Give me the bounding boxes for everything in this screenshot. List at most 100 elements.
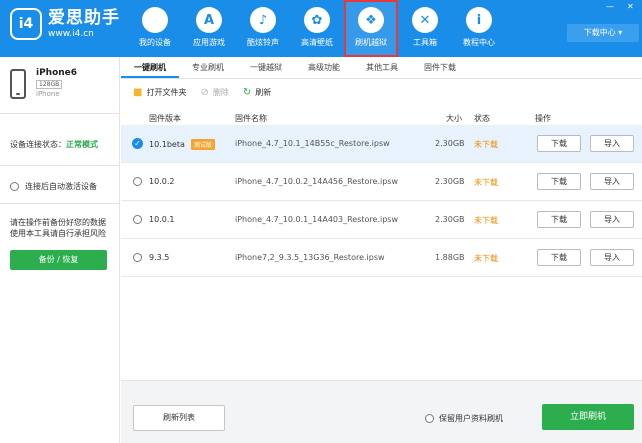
table-header: 固件版本 固件名称 大小 状态 操作 — [121, 113, 642, 125]
divider — [0, 165, 120, 166]
phone-icon — [10, 69, 26, 99]
row-radio[interactable] — [133, 177, 142, 186]
firmware-status: 未下载 — [474, 216, 498, 225]
keep-data-label: 保留用户资料刷机 — [439, 414, 503, 423]
app-url: www.i4.cn — [48, 29, 94, 39]
device-sidebar: iPhone6 128GB iPhone 设备连接状态：正常模式 连接后自动激活… — [0, 57, 120, 443]
bottom-bar: 刷新列表 保留用户资料刷机 立即刷机 — [121, 380, 642, 443]
tab[interactable]: 专业刷机 — [179, 57, 237, 78]
firmware-size: 2.30GB — [435, 139, 465, 148]
auto-activate-option[interactable]: 连接后自动激活设备 — [10, 181, 97, 192]
divider — [0, 113, 120, 114]
nav-label: 酷炫铃声 — [247, 38, 279, 47]
app-logo: i4 爱思助手 www.i4.cn — [10, 8, 120, 40]
header-status: 状态 — [474, 114, 490, 123]
download-center-button[interactable]: 下载中心 ▾ — [567, 24, 639, 42]
selected-check-icon[interactable]: ✓ — [132, 138, 143, 149]
download-button[interactable]: 下载 — [537, 173, 581, 190]
close-button[interactable]: ✕ — [627, 2, 634, 11]
firmware-status: 未下载 — [474, 254, 498, 263]
device-capacity: 128GB — [36, 80, 63, 89]
nav-item[interactable]: A 应用游戏 — [182, 0, 236, 57]
open-folder-button[interactable]: ■ 打开文件夹 — [133, 87, 186, 98]
main-nav: 我的设备 A 应用游戏 ♪ 酷炫铃声 ✿ 高清壁纸 ❖ 刷机越狱 ✕ 工具箱 i 教程中心 — [128, 0, 506, 57]
nav-item[interactable]: ♪ 酷炫铃声 — [236, 0, 290, 57]
nav-label: 教程中心 — [463, 38, 495, 47]
nav-label: 应用游戏 — [193, 38, 225, 47]
beta-badge: 测试版 — [190, 139, 215, 150]
download-button[interactable]: 下载 — [537, 135, 581, 152]
table-row[interactable]: 10.0.1 iPhone_4.7_10.0.1_14A403_Restore.i… — [121, 201, 642, 239]
flash-now-button[interactable]: 立即刷机 — [542, 404, 634, 430]
firmware-name: iPhone_4.7_10.0.2_14A456_Restore.ipsw — [235, 177, 399, 186]
tab[interactable]: 一键越狱 — [237, 57, 295, 78]
import-button[interactable]: 导入 — [590, 135, 634, 152]
divider — [0, 203, 120, 204]
device-name: iPhone6 — [36, 68, 78, 78]
info-icon: i — [466, 7, 492, 33]
table-row[interactable]: ✓ 10.1beta 测试版 iPhone_4.7_10.1_14B55c_Resto… — [121, 125, 642, 163]
firmware-status: 未下载 — [474, 178, 498, 187]
tab[interactable]: 高级功能 — [295, 57, 353, 78]
minimize-button[interactable]: — — [606, 2, 614, 11]
download-button[interactable]: 下载 — [537, 211, 581, 228]
open-folder-label: 打开文件夹 — [146, 88, 187, 97]
i4-logo-icon: i4 — [10, 8, 42, 40]
version-text: 9.3.5 — [149, 253, 170, 262]
nav-label: 高清壁纸 — [301, 38, 333, 47]
import-button[interactable]: 导入 — [590, 173, 634, 190]
refresh-label: 刷新 — [255, 88, 272, 97]
delete-button[interactable]: ⊘ 删除 — [200, 87, 228, 98]
nav-item[interactable]: ✕ 工具箱 — [398, 0, 452, 57]
tab[interactable]: 固件下载 — [411, 57, 469, 78]
import-button[interactable]: 导入 — [590, 249, 634, 266]
tab[interactable]: 其他工具 — [353, 57, 411, 78]
version-text: 10.0.1 — [149, 215, 175, 224]
nav-item[interactable]: ❖ 刷机越狱 — [344, 0, 398, 57]
firmware-size: 2.30GB — [435, 177, 465, 186]
tools-icon: ✕ — [412, 7, 438, 33]
backup-warning: 请在操作前备份好您的数据 使用本工具请自行承担风险 — [10, 218, 106, 238]
download-button[interactable]: 下载 — [537, 249, 581, 266]
device-model: iPhone — [36, 90, 60, 98]
header-size: 大小 — [446, 114, 462, 123]
backup-restore-button[interactable]: 备份 / 恢复 — [10, 250, 107, 270]
auto-activate-radio[interactable] — [10, 182, 19, 191]
dropbox-icon: ❖ — [358, 7, 384, 33]
firmware-version: 10.0.2 — [149, 177, 174, 186]
table-row[interactable]: 9.3.5 iPhone7,2_9.3.5_13G36_Restore.ipsw 1… — [121, 239, 642, 277]
folder-icon: ■ — [133, 87, 143, 98]
header-version: 固件版本 — [149, 114, 181, 123]
firmware-name: iPhone7,2_9.3.5_13G36_Restore.ipsw — [235, 253, 385, 262]
row-radio[interactable] — [133, 215, 142, 224]
refresh-list-button[interactable]: 刷新列表 — [133, 405, 225, 431]
auto-activate-label: 连接后自动激活设备 — [25, 182, 97, 191]
nav-label: 刷机越狱 — [355, 38, 387, 47]
firmware-size: 1.88GB — [435, 253, 465, 262]
top-header: i4 爱思助手 www.i4.cn 我的设备 A 应用游戏 ♪ 酷炫铃声 ✿ 高清壁纸 ❖ 刷机… — [0, 0, 642, 57]
connection-value: 正常模式 — [66, 140, 98, 149]
refresh-icon: ↻ — [242, 87, 252, 98]
nav-item[interactable]: i 教程中心 — [452, 0, 506, 57]
firmware-version: 10.1beta 测试版 — [149, 139, 215, 150]
firmware-version: 10.0.1 — [149, 215, 174, 224]
device-card[interactable]: iPhone6 128GB iPhone — [10, 67, 77, 99]
tab[interactable]: 一键刷机 — [121, 57, 179, 78]
import-button[interactable]: 导入 — [590, 211, 634, 228]
nav-item[interactable]: 我的设备 — [128, 0, 182, 57]
firmware-table: ✓ 10.1beta 测试版 iPhone_4.7_10.1_14B55c_Resto… — [121, 125, 642, 277]
firmware-size: 2.30GB — [435, 215, 465, 224]
refresh-button[interactable]: ↻ 刷新 — [243, 87, 271, 98]
keep-data-radio[interactable] — [425, 414, 434, 423]
app-store-icon: A — [196, 7, 222, 33]
tab-bar: 一键刷机 专业刷机 一键越狱 高级功能 其他工具 固件下载 — [121, 57, 642, 79]
version-text: 10.1beta — [149, 140, 185, 149]
firmware-name: iPhone_4.7_10.1_14B55c_Restore.ipsw — [235, 139, 390, 148]
row-radio[interactable] — [133, 253, 142, 262]
delete-icon: ⊘ — [200, 87, 209, 98]
app-name: 爱思助手 — [48, 8, 120, 28]
nav-item[interactable]: ✿ 高清壁纸 — [290, 0, 344, 57]
keep-data-option[interactable]: 保留用户资料刷机 — [425, 413, 503, 424]
table-row[interactable]: 10.0.2 iPhone_4.7_10.0.2_14A456_Restore.i… — [121, 163, 642, 201]
firmware-version: 9.3.5 — [149, 253, 169, 262]
